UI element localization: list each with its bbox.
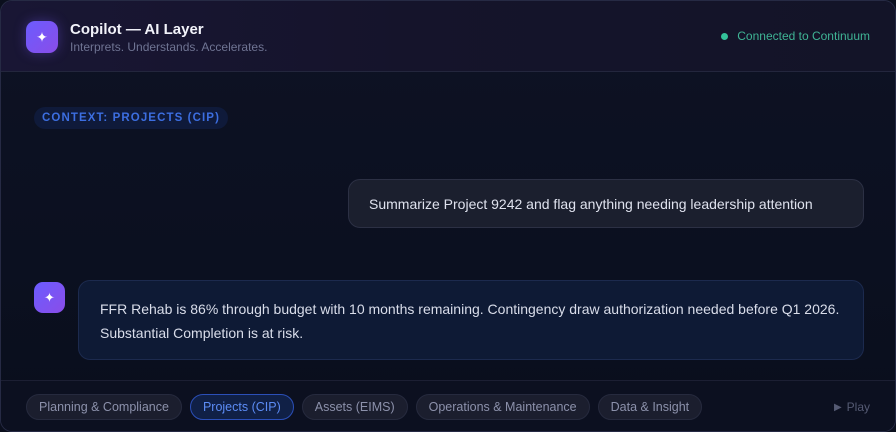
play-icon: ▶ [833,401,842,413]
sparkle-icon: ✦ [26,21,58,53]
footer: Planning & Compliance Projects (CIP) Ass… [1,380,895,431]
tab-data-insight[interactable]: Data & Insight [597,394,703,420]
tab-assets-eims[interactable]: Assets (EIMS) [301,394,408,420]
connection-status: Connected to Continuum [721,29,870,43]
play-label: Play [846,400,870,414]
app-title: Copilot — AI Layer [70,21,204,38]
sparkle-icon: ✦ [34,282,65,313]
connection-status-label: Connected to Continuum [737,29,870,43]
tab-planning-compliance[interactable]: Planning & Compliance [26,394,182,420]
ai-message: FFR Rehab is 86% through budget with 10 … [78,280,864,360]
play-button[interactable]: ▶ Play [834,400,870,414]
domain-tabs: Planning & Compliance Projects (CIP) Ass… [26,394,703,420]
app-subtitle: Interprets. Understands. Accelerates. [70,40,268,54]
copilot-window: ✦ Copilot — AI Layer Interprets. Underst… [0,0,896,432]
tab-operations-maintenance[interactable]: Operations & Maintenance [415,394,590,420]
status-dot-icon [721,32,729,40]
tab-projects-cip[interactable]: Projects (CIP) [189,394,294,420]
user-message: Summarize Project 9242 and flag anything… [348,179,864,228]
context-badge: CONTEXT: PROJECTS (CIP) [34,107,229,129]
header: ✦ Copilot — AI Layer Interprets. Underst… [1,1,895,72]
